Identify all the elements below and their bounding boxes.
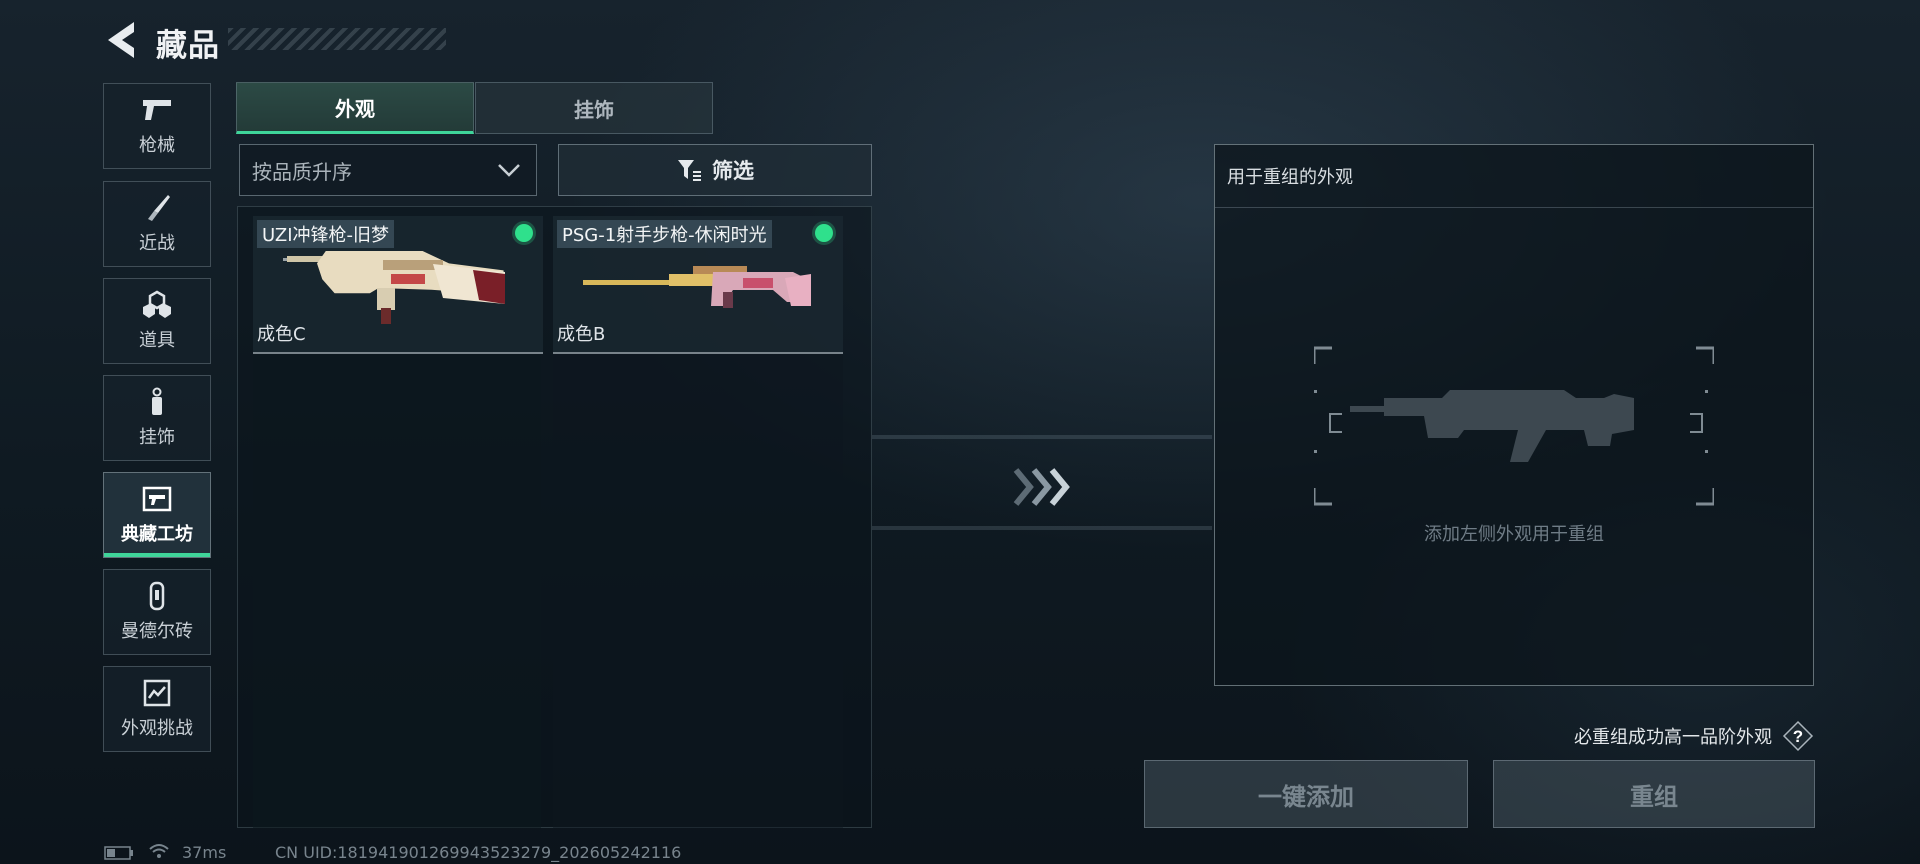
sidebar-item-melee[interactable]: 近战	[103, 181, 211, 267]
gear-cubes-icon	[143, 290, 171, 318]
recompose-button[interactable]: 重组	[1493, 760, 1815, 828]
item-name: UZI冲锋枪-旧梦	[257, 220, 394, 248]
filter-icon	[678, 160, 701, 181]
brick-icon	[149, 581, 165, 611]
tab-charms[interactable]: 挂饰	[475, 82, 713, 134]
knife-icon	[148, 195, 170, 221]
charm-icon	[152, 387, 162, 415]
sidebar-item-skin-challenge[interactable]: 外观挑战	[103, 666, 211, 752]
uzi-weapon-image	[283, 251, 505, 324]
sidebar-item-tools[interactable]: 道具	[103, 278, 211, 364]
item-grade: 成色B	[557, 324, 606, 345]
sidebar-item-label: 挂饰	[139, 427, 175, 448]
sidebar-item-label: 曼德尔砖	[121, 621, 193, 642]
wifi-icon	[149, 844, 169, 858]
target-panel-title: 用于重组的外观	[1215, 145, 1813, 208]
target-hint-text: 添加左侧外观用于重组	[1424, 524, 1604, 545]
connector-line	[872, 435, 1212, 439]
filter-button[interactable]: 筛选	[558, 144, 872, 196]
sidebar-item-label: 近战	[139, 233, 175, 254]
sidebar-item-mandel-brick[interactable]: 曼德尔砖	[103, 569, 211, 655]
rifle-placeholder-icon	[1314, 346, 1714, 506]
triple-chevron-icon	[1013, 468, 1070, 506]
title-decoration	[228, 28, 446, 50]
psg1-weapon-image	[583, 266, 811, 308]
svg-text:?: ?	[1793, 727, 1803, 746]
bracket-left-icon	[1314, 390, 1342, 453]
workshop-icon	[142, 486, 172, 512]
sort-value: 按品质升序	[252, 159, 352, 184]
ping-text: 37ms	[182, 843, 227, 862]
filter-label: 筛选	[712, 159, 754, 183]
add-all-button[interactable]: 一键添加	[1144, 760, 1468, 828]
status-dot-icon	[815, 224, 833, 242]
sidebar-item-label: 外观挑战	[121, 718, 193, 739]
chevron-down-icon	[498, 164, 520, 177]
page-title: 藏品	[156, 28, 220, 64]
back-arrow-icon[interactable]	[104, 20, 140, 60]
pistol-icon	[143, 100, 171, 120]
sidebar-item-label: 枪械	[139, 135, 175, 156]
sidebar-item-label: 道具	[139, 330, 175, 351]
connector-line	[872, 526, 1212, 530]
tab-skins[interactable]: 外观	[236, 82, 474, 134]
sidebar-item-label: 典藏工坊	[121, 524, 193, 545]
item-card[interactable]: PSG-1射手步枪-休闲时光 成色B	[553, 216, 843, 354]
item-grade: 成色C	[257, 324, 306, 345]
battery-icon	[104, 846, 133, 860]
bracket-right-icon	[1690, 390, 1708, 453]
sidebar-item-guns[interactable]: 枪械	[103, 83, 211, 169]
sidebar-item-workshop[interactable]: 典藏工坊	[103, 472, 211, 558]
guarantee-text: 必重组成功高一品阶外观	[1574, 727, 1772, 748]
challenge-icon	[143, 679, 171, 707]
uid-text: CN UID:18194190126994352327​9_2026052421…	[275, 843, 682, 862]
item-card[interactable]: UZI冲锋枪-旧梦 成色C	[253, 216, 543, 354]
question-icon[interactable]: ?	[1782, 720, 1814, 752]
sort-select[interactable]: 按品质升序	[239, 144, 537, 196]
status-dot-icon	[515, 224, 533, 242]
item-name: PSG-1射手步枪-休闲时光	[557, 220, 772, 248]
sidebar-item-charms[interactable]: 挂饰	[103, 375, 211, 461]
